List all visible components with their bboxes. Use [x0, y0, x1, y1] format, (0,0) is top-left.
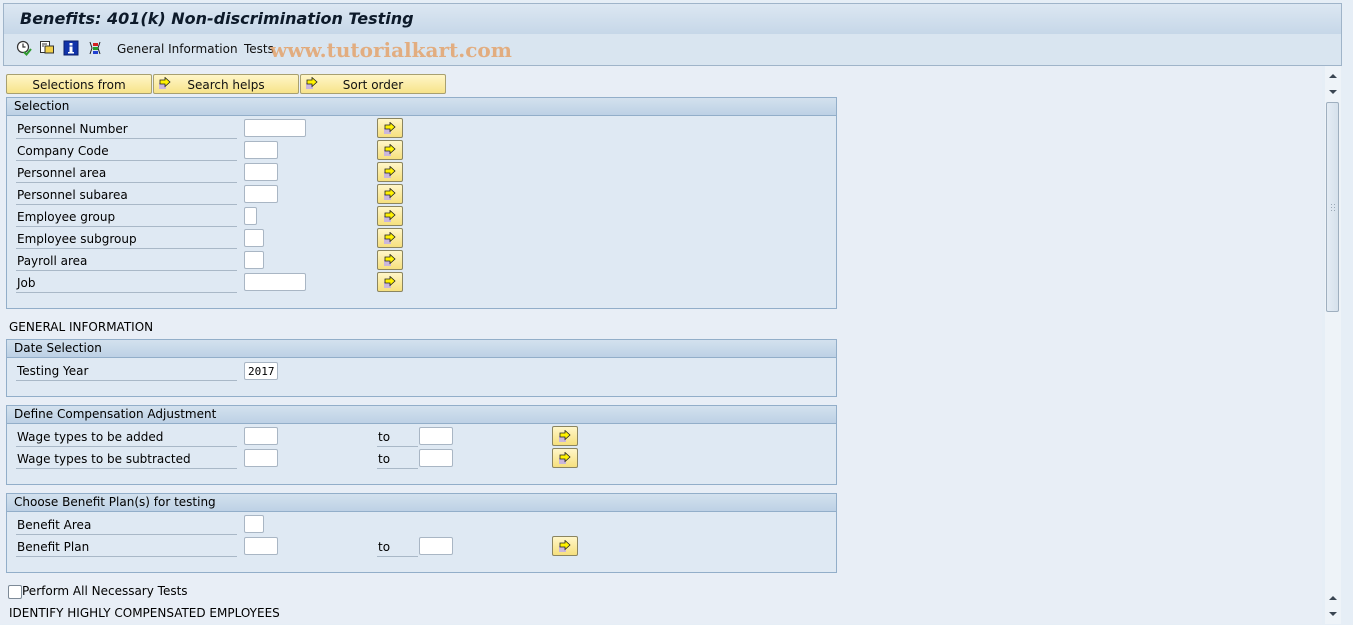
- payroll-area-multiple-selection-button[interactable]: [377, 250, 403, 270]
- personnel-area-field[interactable]: [244, 163, 278, 181]
- employee-subgroup-label: Employee subgroup: [16, 230, 237, 249]
- benefit-plan-to-field[interactable]: [419, 537, 453, 555]
- company-code-label: Company Code: [16, 142, 237, 161]
- search-helps-button[interactable]: Search helps: [153, 74, 299, 94]
- triangle-up-icon: [1329, 596, 1337, 600]
- application-toolbar: General Information Tests: [3, 34, 1342, 66]
- scroll-down-button-bottom[interactable]: [1325, 606, 1341, 622]
- personnel-subarea-multiple-selection-button[interactable]: [377, 184, 403, 204]
- perform-all-tests-label: Perform All Necessary Tests: [22, 584, 188, 598]
- personnel-subarea-label: Personnel subarea: [16, 186, 237, 205]
- company-code-multiple-selection-button[interactable]: [377, 140, 403, 160]
- compensation-adjustment-header: Define Compensation Adjustment: [7, 406, 836, 424]
- title-bar: Benefits: 401(k) Non-discrimination Test…: [3, 3, 1342, 35]
- wage-types-subtracted-from-field[interactable]: [244, 449, 278, 467]
- grip-icon: [1331, 204, 1335, 211]
- arrow-right-icon: [559, 540, 571, 552]
- employee-group-field[interactable]: [244, 207, 257, 225]
- wage-types-subtracted-to-field[interactable]: [419, 449, 453, 467]
- variants-icon[interactable]: [39, 40, 55, 56]
- personnel-number-label: Personnel Number: [16, 120, 237, 139]
- job-field[interactable]: [244, 273, 306, 291]
- to-label: to: [377, 428, 418, 447]
- arrow-right-icon: [384, 166, 396, 178]
- arrow-right-icon: [384, 232, 396, 244]
- scroll-up-button-bottom[interactable]: [1325, 590, 1341, 606]
- triangle-down-icon: [1329, 90, 1337, 94]
- arrow-right-icon: [384, 254, 396, 266]
- testing-year-label: Testing Year: [16, 362, 237, 381]
- selection-options-icon[interactable]: [87, 40, 103, 56]
- personnel-number-field[interactable]: [244, 119, 306, 137]
- payroll-area-label: Payroll area: [16, 252, 237, 271]
- arrow-right-icon: [384, 210, 396, 222]
- personnel-subarea-field[interactable]: [244, 185, 278, 203]
- triangle-down-icon: [1329, 612, 1337, 616]
- wage-types-added-multiple-selection-button[interactable]: [552, 426, 578, 446]
- menu-general-information[interactable]: General Information: [117, 42, 238, 56]
- benefit-plans-header: Choose Benefit Plan(s) for testing: [7, 494, 836, 512]
- arrow-right-icon: [384, 122, 396, 134]
- selections-from-button[interactable]: Selections from: [6, 74, 152, 94]
- wage-types-subtracted-multiple-selection-button[interactable]: [552, 448, 578, 468]
- wage-types-subtracted-label: Wage types to be subtracted: [16, 450, 237, 469]
- arrow-right-icon: [384, 144, 396, 156]
- benefit-area-field[interactable]: [244, 515, 264, 533]
- testing-year-field[interactable]: [244, 362, 278, 380]
- perform-all-tests-checkbox[interactable]: [8, 585, 22, 599]
- personnel-number-multiple-selection-button[interactable]: [377, 118, 403, 138]
- wage-types-added-label: Wage types to be added: [16, 428, 237, 447]
- payroll-area-field[interactable]: [244, 251, 264, 269]
- benefit-plan-multiple-selection-button[interactable]: [552, 536, 578, 556]
- arrow-right-icon: [559, 430, 571, 442]
- scroll-up-button[interactable]: [1325, 68, 1341, 84]
- arrow-right-icon: [384, 188, 396, 200]
- scroll-down-button[interactable]: [1325, 84, 1341, 100]
- employee-subgroup-multiple-selection-button[interactable]: [377, 228, 403, 248]
- triangle-up-icon: [1329, 74, 1337, 78]
- selection-group-header: Selection: [7, 98, 836, 116]
- personnel-area-label: Personnel area: [16, 164, 237, 183]
- wage-types-added-from-field[interactable]: [244, 427, 278, 445]
- job-multiple-selection-button[interactable]: [377, 272, 403, 292]
- to-label: to: [377, 450, 418, 469]
- scroll-thumb[interactable]: [1326, 102, 1339, 312]
- personnel-area-multiple-selection-button[interactable]: [377, 162, 403, 182]
- arrow-right-icon: [384, 276, 396, 288]
- info-icon[interactable]: [63, 40, 79, 56]
- company-code-field[interactable]: [244, 141, 278, 159]
- employee-subgroup-field[interactable]: [244, 229, 264, 247]
- benefit-area-label: Benefit Area: [16, 516, 237, 535]
- hce-heading: IDENTIFY HIGHLY COMPENSATED EMPLOYEES: [9, 606, 280, 620]
- to-label: to: [377, 538, 418, 557]
- date-selection-header: Date Selection: [7, 340, 836, 358]
- arrow-right-icon: [559, 452, 571, 464]
- benefit-plan-label: Benefit Plan: [16, 538, 237, 557]
- execute-icon[interactable]: [16, 40, 32, 56]
- page-title: Benefits: 401(k) Non-discrimination Test…: [20, 9, 414, 28]
- wage-types-added-to-field[interactable]: [419, 427, 453, 445]
- employee-group-label: Employee group: [16, 208, 237, 227]
- benefit-plan-from-field[interactable]: [244, 537, 278, 555]
- sort-order-button[interactable]: Sort order: [300, 74, 446, 94]
- general-information-heading: GENERAL INFORMATION: [9, 320, 154, 334]
- employee-group-multiple-selection-button[interactable]: [377, 206, 403, 226]
- menu-tests[interactable]: Tests: [244, 42, 274, 56]
- job-label: Job: [16, 274, 237, 293]
